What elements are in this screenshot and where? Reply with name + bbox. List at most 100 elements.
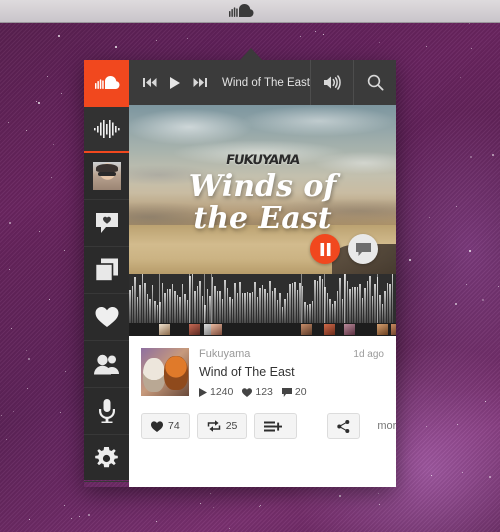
waveform-bar xyxy=(381,304,384,323)
waveform-bar xyxy=(256,297,259,323)
repost-button[interactable]: 25 xyxy=(196,413,248,439)
star xyxy=(6,439,7,440)
heart-icon xyxy=(151,420,163,432)
waveform-bar xyxy=(351,286,354,323)
now-playing-title: Wind of The East xyxy=(222,76,310,89)
waveform-bar xyxy=(269,280,271,323)
comment-marker[interactable] xyxy=(377,274,378,323)
heart-small-icon xyxy=(242,387,253,397)
waveform-bar xyxy=(169,288,171,323)
waveform-bar xyxy=(141,274,144,323)
star xyxy=(229,528,230,529)
commenter-avatars-strip[interactable] xyxy=(129,323,396,336)
sidebar-item-playlists[interactable] xyxy=(84,247,129,294)
share-button[interactable] xyxy=(327,413,361,439)
comment-marker[interactable] xyxy=(189,274,190,323)
album-artwork[interactable]: FUKUYAMA Winds of the East xyxy=(129,105,396,274)
like-count-value: 123 xyxy=(255,386,273,398)
waveform-bar xyxy=(236,293,239,323)
commenter-avatar[interactable] xyxy=(377,324,388,335)
artist-name[interactable]: Fukuyama xyxy=(199,348,250,360)
comment-marker[interactable] xyxy=(204,274,205,323)
sidebar-item-profile[interactable] xyxy=(84,153,129,200)
waveform-bar xyxy=(284,298,286,323)
like-button[interactable]: 74 xyxy=(141,413,190,439)
star xyxy=(323,34,324,35)
comment-marker[interactable] xyxy=(344,274,345,323)
waveform-bar xyxy=(266,292,269,323)
waveform-bar xyxy=(366,280,369,323)
search-icon[interactable] xyxy=(354,60,396,105)
play-count-value: 1240 xyxy=(210,386,234,398)
comment-marker[interactable] xyxy=(324,274,325,323)
comment-marker[interactable] xyxy=(211,274,212,323)
add-to-playlist-button[interactable] xyxy=(254,413,298,439)
waveform-bar xyxy=(239,282,241,323)
waveform-bar xyxy=(144,283,146,323)
star xyxy=(79,516,80,517)
waveform-bar xyxy=(221,298,224,323)
track-stats: 1240 123 20 xyxy=(199,386,384,398)
more-button[interactable]: more xyxy=(367,420,396,432)
waveform-bar xyxy=(226,287,229,323)
star xyxy=(485,401,486,402)
like-count: 123 xyxy=(242,386,273,398)
waveform-bar xyxy=(346,281,349,323)
soundcloud-logo-icon[interactable] xyxy=(84,60,129,105)
star xyxy=(115,46,117,48)
comment-marker[interactable] xyxy=(301,274,302,323)
sidebar-item-settings[interactable] xyxy=(84,435,129,482)
waveform-bar xyxy=(384,291,386,323)
commenter-avatar[interactable] xyxy=(159,324,170,335)
sidebar-item-record[interactable] xyxy=(84,388,129,435)
star xyxy=(470,156,472,158)
pause-button[interactable] xyxy=(310,234,340,264)
star xyxy=(426,46,427,47)
star xyxy=(26,130,27,131)
waveform-bar xyxy=(304,301,306,323)
waveform-bar xyxy=(291,282,294,323)
artwork-title: Winds of the East xyxy=(129,171,396,235)
waveform-bar xyxy=(261,285,264,323)
sidebar-item-following[interactable] xyxy=(84,341,129,388)
commenter-avatar[interactable] xyxy=(189,324,200,335)
waveform-bar xyxy=(259,288,261,323)
star xyxy=(49,299,50,300)
sidebar-item-likes[interactable] xyxy=(84,294,129,341)
play-icon[interactable] xyxy=(167,75,183,91)
waveform-bar xyxy=(359,283,361,323)
track-thumbnail[interactable] xyxy=(141,348,189,396)
star xyxy=(409,259,411,261)
previous-track-icon[interactable] xyxy=(142,75,158,91)
star xyxy=(492,154,494,156)
commenter-avatar[interactable] xyxy=(324,324,335,335)
next-track-icon[interactable] xyxy=(192,75,208,91)
waveform-scrubber[interactable]: 0.00 3.55 xyxy=(129,274,396,323)
sidebar-item-activity[interactable] xyxy=(84,200,129,247)
star xyxy=(259,506,260,507)
commenter-avatar[interactable] xyxy=(301,324,312,335)
waveform-bar xyxy=(311,301,314,323)
waveform-bar xyxy=(309,304,311,323)
star xyxy=(11,328,12,329)
commenter-avatar[interactable] xyxy=(211,324,222,335)
track-title[interactable]: Wind of The East xyxy=(199,365,384,379)
waveform-bar xyxy=(181,284,184,323)
soundcloud-cloud-icon[interactable] xyxy=(228,4,254,18)
volume-icon[interactable] xyxy=(311,60,353,105)
popover-notch xyxy=(240,48,262,60)
commenter-avatar[interactable] xyxy=(344,324,355,335)
comment-count: 20 xyxy=(281,386,307,398)
waveform-bar xyxy=(246,292,249,323)
waveform-bar xyxy=(206,288,209,323)
waveform-bar xyxy=(349,288,351,323)
waveform-bar xyxy=(196,285,199,323)
sidebar-item-stream[interactable] xyxy=(84,105,129,153)
add-comment-button[interactable] xyxy=(348,234,378,264)
star xyxy=(39,231,40,232)
commenter-avatar[interactable] xyxy=(391,324,396,335)
waveform-bar xyxy=(274,288,276,323)
like-button-count: 74 xyxy=(168,420,180,432)
comment-marker[interactable] xyxy=(159,274,160,323)
stacked-squares-icon xyxy=(94,258,118,282)
